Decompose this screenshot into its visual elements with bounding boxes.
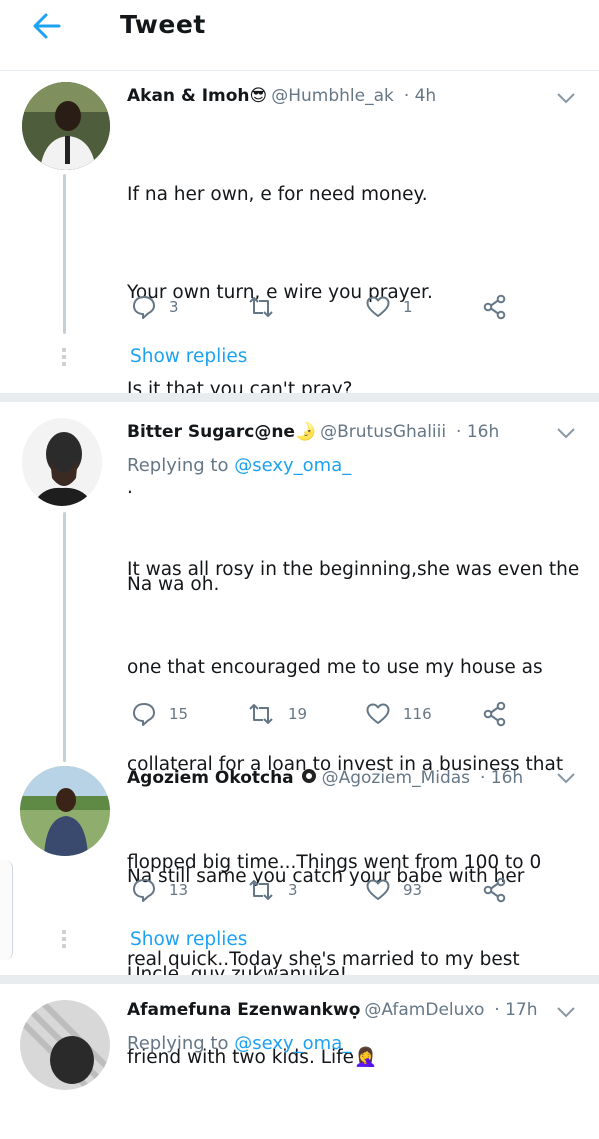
share-button[interactable] xyxy=(482,877,508,903)
reply-icon xyxy=(133,296,155,319)
tweet-menu-button[interactable] xyxy=(556,770,576,784)
thread-dots xyxy=(62,930,66,951)
reply-button[interactable]: 13 xyxy=(131,877,188,903)
tweet-menu-button[interactable] xyxy=(556,90,576,104)
show-replies-link[interactable]: Show replies xyxy=(130,346,247,367)
timestamp[interactable]: · 17h xyxy=(494,1000,537,1020)
replying-to: Replying to @sexy_oma_ xyxy=(127,1033,351,1054)
tweet-menu-button[interactable] xyxy=(556,1004,576,1018)
back-arrow-icon xyxy=(33,13,61,39)
avatar[interactable] xyxy=(22,82,110,170)
thread-line xyxy=(63,512,66,762)
avatar[interactable] xyxy=(20,1000,110,1090)
thread-line xyxy=(63,174,66,334)
retweet-count: 19 xyxy=(288,705,308,723)
thread-dots xyxy=(62,348,66,369)
chevron-down-icon xyxy=(557,1007,575,1018)
show-replies-link[interactable]: Show replies xyxy=(130,929,247,950)
share-button[interactable] xyxy=(482,294,508,320)
tweet-line: It was all rosy in the beginning,she was… xyxy=(127,559,580,580)
mention-link[interactable]: @sexy_oma_ xyxy=(234,455,351,476)
section-divider xyxy=(0,975,599,983)
timestamp[interactable]: · 16h xyxy=(480,768,523,788)
display-name[interactable]: Bitter Sugarc@ne🌛 xyxy=(127,422,316,442)
display-name[interactable]: Afamefuna Ezenwankwọ xyxy=(127,1000,360,1020)
retweet-icon xyxy=(249,297,273,317)
author-line: Afamefuna Ezenwankwọ @AfamDeluxo · 17h xyxy=(127,1000,538,1020)
reply-button[interactable]: 15 xyxy=(131,701,188,727)
like-button[interactable]: 1 xyxy=(365,294,413,320)
page-title: Tweet xyxy=(120,10,206,39)
author-line: Agoziem Okotcha @Agoziem_Midas · 16h xyxy=(127,767,523,788)
like-icon xyxy=(366,703,390,724)
handle[interactable]: @Agoziem_Midas xyxy=(322,768,470,788)
tweet-line: one that encouraged me to use my house a… xyxy=(127,656,543,678)
like-icon xyxy=(366,879,390,900)
reply-icon xyxy=(133,879,155,902)
share-icon xyxy=(483,877,506,903)
like-count: 116 xyxy=(403,705,432,723)
retweet-button[interactable]: 19 xyxy=(246,701,307,727)
author-line: Bitter Sugarc@ne🌛 @BrutusGhaliii · 16h xyxy=(127,422,499,442)
tweet-menu-button[interactable] xyxy=(556,425,576,439)
share-icon xyxy=(483,294,506,320)
section-divider xyxy=(0,393,599,401)
author-line: Akan & Imoh😎 @Humbhle_ak · 4h xyxy=(127,86,436,106)
avatar[interactable] xyxy=(20,766,110,856)
back-button[interactable] xyxy=(28,8,68,44)
display-name[interactable]: Agoziem Okotcha xyxy=(127,768,294,788)
like-button[interactable]: 116 xyxy=(365,701,432,727)
timestamp[interactable]: · 4h xyxy=(404,86,436,106)
replying-to: Replying to @sexy_oma_ xyxy=(127,455,351,476)
mention-link[interactable]: @sexy_oma_ xyxy=(234,1033,351,1054)
replying-label: Replying to xyxy=(127,455,229,476)
chevron-down-icon xyxy=(557,93,575,104)
handle[interactable]: @BrutusGhaliii xyxy=(320,422,446,442)
timestamp[interactable]: · 16h xyxy=(456,422,499,442)
reply-icon xyxy=(133,703,155,726)
top-bar: Tweet xyxy=(0,0,599,70)
reply-button[interactable]: 3 xyxy=(131,294,179,320)
retweet-button[interactable]: 3 xyxy=(246,877,298,903)
chevron-down-icon xyxy=(557,773,575,784)
like-count: 93 xyxy=(403,881,423,899)
header-divider xyxy=(0,70,599,71)
reply-count: 15 xyxy=(169,705,189,723)
gear-badge-icon xyxy=(301,769,316,783)
retweet-icon xyxy=(249,704,273,724)
retweet-icon xyxy=(249,880,273,900)
section-divider-line xyxy=(0,401,599,402)
share-icon xyxy=(483,701,506,727)
reply-count: 3 xyxy=(169,298,179,316)
reply-count: 13 xyxy=(169,881,189,899)
scroll-edge xyxy=(0,860,13,960)
handle[interactable]: @AfamDeluxo xyxy=(364,1000,484,1020)
like-button[interactable]: 93 xyxy=(365,877,422,903)
chevron-down-icon xyxy=(557,428,575,439)
replying-label: Replying to xyxy=(127,1033,229,1054)
like-icon xyxy=(366,296,390,317)
share-button[interactable] xyxy=(482,701,508,727)
like-count: 1 xyxy=(403,298,413,316)
section-divider-line xyxy=(0,983,599,984)
avatar[interactable] xyxy=(22,418,102,506)
tweet-line: If na her own, e for need money. xyxy=(127,184,428,205)
handle[interactable]: @Humbhle_ak xyxy=(271,86,394,106)
retweet-button[interactable] xyxy=(246,294,288,320)
display-name[interactable]: Akan & Imoh😎 xyxy=(127,86,267,106)
retweet-count: 3 xyxy=(288,881,298,899)
